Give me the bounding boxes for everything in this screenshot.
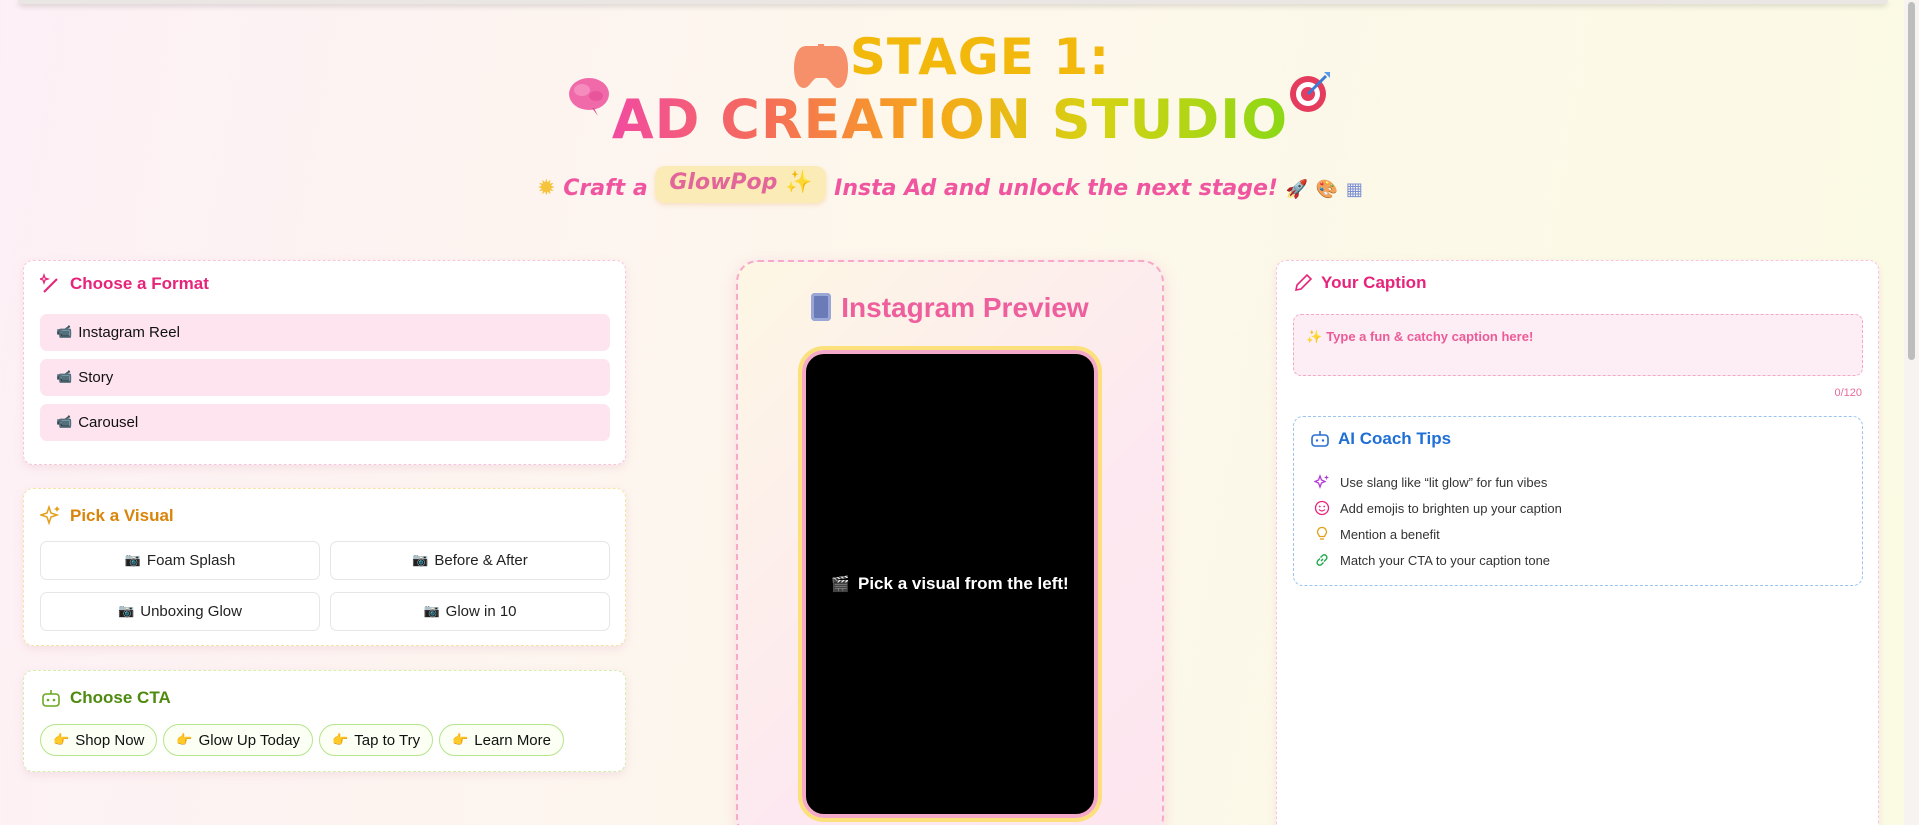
camera-icon: 📹 bbox=[56, 370, 73, 385]
visual-heading: Pick a Visual bbox=[40, 505, 174, 527]
instagram-preview-card: Instagram Preview 🎬 Pick a visual from t… bbox=[736, 260, 1164, 825]
sun-icon: ✹ bbox=[537, 176, 556, 201]
visual-option-label: Foam Splash bbox=[146, 552, 236, 569]
cta-card: Choose CTA 👉 Shop Now 👉 Glow Up Today 👉 Tap t… bbox=[23, 670, 626, 772]
cta-option-shop-now[interactable]: 👉 Shop Now bbox=[40, 724, 158, 756]
scrollbar-thumb[interactable] bbox=[1908, 2, 1915, 360]
caption-card: Your Caption ✨ Type a fun & catchy captio… bbox=[1276, 260, 1879, 825]
page-subtitle: ✹ Craft a GlowPop ✨ Insta Ad and unlock … bbox=[0, 166, 1900, 209]
title-line-2: AD CREATION STUDIO bbox=[611, 88, 1289, 151]
format-card: Choose a Format 📹 Instagram Reel 📹 Story 📹… bbox=[23, 260, 626, 465]
lightbulb-icon bbox=[1316, 526, 1328, 540]
clapper-icon: 🎬 bbox=[831, 576, 850, 593]
cta-option-learn-more[interactable]: 👉 Learn More bbox=[439, 724, 564, 756]
camera-icon: 📷 bbox=[423, 604, 440, 619]
format-option-carousel[interactable]: 📹 Carousel bbox=[40, 404, 610, 441]
format-option-label: Story bbox=[78, 369, 114, 386]
visual-option-unboxing-glow[interactable]: 📷 Unboxing Glow bbox=[40, 592, 320, 631]
page-scrollbar[interactable] bbox=[1904, 0, 1919, 825]
coach-tip-text: Add emojis to brighten up your caption bbox=[1340, 500, 1562, 516]
preview-heading: Instagram Preview bbox=[738, 292, 1162, 324]
coach-heading-text: AI Coach Tips bbox=[1338, 429, 1452, 448]
magic-wand-icon bbox=[40, 273, 58, 293]
robot-icon bbox=[42, 690, 60, 707]
pointing-hand-icon: 👉 bbox=[332, 732, 349, 748]
coach-tip-text: Use slang like “lit glow” for fun vibes bbox=[1340, 474, 1548, 490]
cta-heading: Choose CTA bbox=[40, 687, 171, 709]
pencil-icon bbox=[1294, 273, 1313, 292]
target-icon bbox=[1288, 70, 1332, 114]
title-line-1: STAGE 1: bbox=[849, 28, 1111, 86]
rocket-icon: 🚀 bbox=[1285, 179, 1309, 200]
link-icon bbox=[1316, 554, 1328, 566]
caption-placeholder: Type a fun & catchy caption here! bbox=[1326, 329, 1534, 344]
preview-placeholder: Pick a visual from the left! bbox=[858, 574, 1069, 593]
cta-option-glow-up-today[interactable]: 👉 Glow Up Today bbox=[163, 724, 314, 756]
visual-option-foam-splash[interactable]: 📷 Foam Splash bbox=[40, 541, 320, 580]
subtitle-pre: Craft a bbox=[563, 176, 648, 201]
coach-tip-text: Match your CTA to your caption tone bbox=[1340, 552, 1551, 568]
visual-heading-text: Pick a Visual bbox=[70, 506, 174, 525]
cta-option-label: Glow Up Today bbox=[198, 731, 301, 749]
pointing-hand-icon: 👉 bbox=[176, 732, 193, 748]
top-bar-shadow bbox=[18, 0, 1888, 4]
subtitle-post: Insta Ad and unlock the next stage! bbox=[834, 176, 1278, 201]
coach-tip: Match your CTA to your caption tone bbox=[1314, 547, 1562, 573]
controller-icon bbox=[794, 44, 848, 88]
phone-icon: ▦ bbox=[1345, 179, 1363, 200]
format-option-label: Carousel bbox=[78, 414, 139, 431]
visual-option-label: Glow in 10 bbox=[445, 603, 517, 620]
ai-coach-tips-box: AI Coach Tips Use slang like “lit glow” … bbox=[1293, 416, 1863, 586]
sparkle-icon: ✨ bbox=[1306, 329, 1323, 344]
cta-option-label: Learn More bbox=[474, 731, 551, 749]
caption-heading-text: Your Caption bbox=[1321, 273, 1427, 292]
cta-option-tap-to-try[interactable]: 👉 Tap to Try bbox=[319, 724, 434, 756]
format-option-label: Instagram Reel bbox=[78, 324, 180, 341]
smile-icon bbox=[1314, 500, 1330, 516]
robot-icon bbox=[1311, 431, 1329, 447]
caption-char-counter: 0/120 bbox=[1834, 387, 1862, 399]
visual-option-label: Before & After bbox=[434, 552, 528, 569]
camera-icon: 📹 bbox=[56, 325, 73, 340]
palette-icon: 🎨 bbox=[1315, 179, 1339, 200]
coach-tip: Mention a benefit bbox=[1314, 521, 1562, 547]
pointing-hand-icon: 👉 bbox=[53, 732, 70, 748]
camera-icon: 📷 bbox=[412, 553, 429, 568]
coach-tip: Use slang like “lit glow” for fun vibes bbox=[1314, 469, 1562, 495]
phone-preview-screen: 🎬 Pick a visual from the left! bbox=[798, 346, 1102, 822]
visual-option-label: Unboxing Glow bbox=[140, 603, 242, 620]
brand-name: GlowPop bbox=[669, 170, 778, 195]
page-title: STAGE 1: AD CREATION STUDIO bbox=[0, 28, 1900, 151]
visual-card: Pick a Visual 📷 Foam Splash 📷 Before & Aft… bbox=[23, 488, 626, 646]
coach-tip: Add emojis to brighten up your caption bbox=[1314, 495, 1562, 521]
brain-icon bbox=[566, 74, 612, 118]
brand-pill: GlowPop ✨ bbox=[655, 166, 827, 203]
coach-heading: AI Coach Tips bbox=[1310, 429, 1451, 449]
cta-heading-text: Choose CTA bbox=[70, 688, 171, 707]
camera-icon: 📷 bbox=[118, 604, 135, 619]
preview-heading-text: Instagram Preview bbox=[841, 292, 1089, 323]
cta-option-label: Shop Now bbox=[75, 731, 145, 749]
visual-option-before-after[interactable]: 📷 Before & After bbox=[330, 541, 610, 580]
camera-icon: 📷 bbox=[124, 553, 141, 568]
format-option-instagram-reel[interactable]: 📹 Instagram Reel bbox=[40, 314, 610, 351]
format-heading-text: Choose a Format bbox=[70, 274, 209, 293]
cta-option-label: Tap to Try bbox=[354, 731, 421, 749]
sparkles-icon bbox=[1314, 474, 1329, 489]
coach-tip-text: Mention a benefit bbox=[1340, 526, 1440, 542]
visual-option-glow-in-10[interactable]: 📷 Glow in 10 bbox=[330, 592, 610, 631]
format-heading: Choose a Format bbox=[40, 273, 209, 295]
camera-icon: 📹 bbox=[56, 415, 73, 430]
caption-input[interactable]: ✨ Type a fun & catchy caption here! bbox=[1293, 314, 1863, 376]
caption-heading: Your Caption bbox=[1293, 273, 1426, 293]
sparkles-icon bbox=[40, 505, 60, 526]
format-option-story[interactable]: 📹 Story bbox=[40, 359, 610, 396]
pointing-hand-icon: 👉 bbox=[452, 732, 469, 748]
mobile-phone-icon bbox=[811, 293, 832, 321]
sparkle-icon: ✨ bbox=[785, 170, 813, 195]
